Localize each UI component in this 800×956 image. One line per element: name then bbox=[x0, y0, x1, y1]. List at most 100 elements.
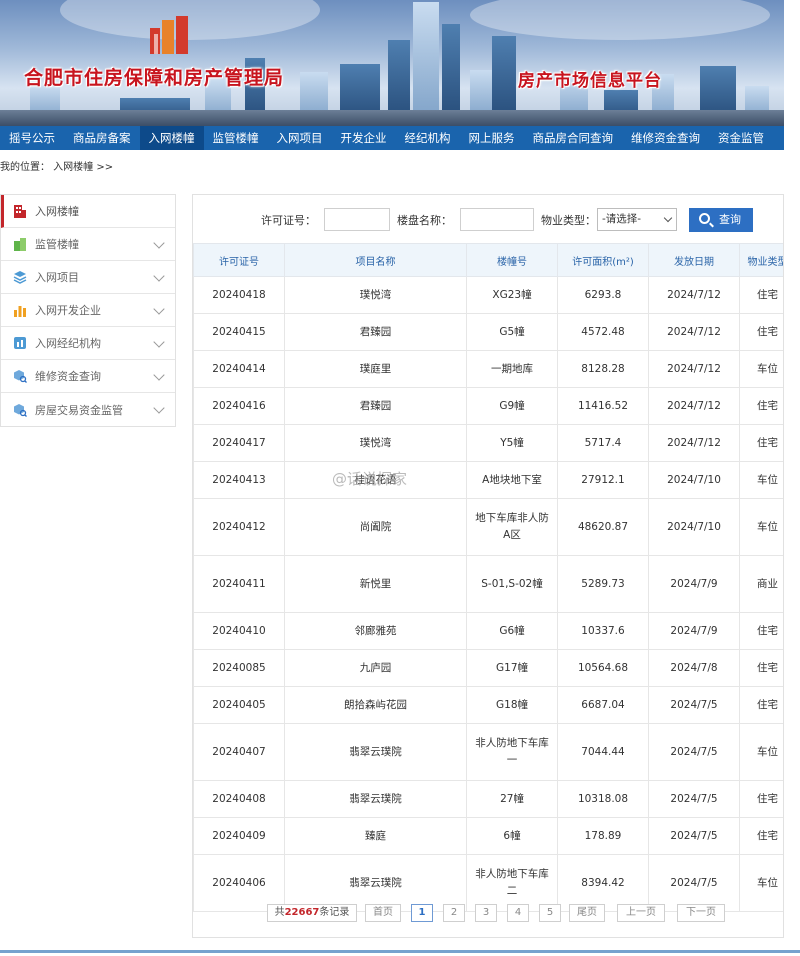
table-header-row: 许可证号 项目名称 楼幢号 许可面积(m²) 发放日期 物业类型 bbox=[193, 243, 783, 277]
first-page-button[interactable]: 首页 bbox=[365, 904, 401, 922]
page-button-1[interactable]: 1 bbox=[411, 904, 433, 922]
column-header-permit: 许可证号 bbox=[193, 243, 285, 277]
sidebar-item-label: 入网开发企业 bbox=[35, 304, 101, 317]
cell-project-name[interactable]: 九庐园 bbox=[284, 649, 467, 687]
cell-permit-area: 8394.42 bbox=[557, 854, 649, 912]
cell-permit-number: 20240415 bbox=[193, 313, 285, 351]
cell-project-name[interactable]: 翡翠云璞院 bbox=[284, 854, 467, 912]
table-row: 20240405 朗拾森屿花园 G18幢 6687.04 2024/7/5 住宅 bbox=[193, 686, 783, 724]
cell-property-type: 住宅 bbox=[739, 276, 783, 314]
chevron-down-icon bbox=[153, 303, 165, 315]
cell-issue-date: 2024/7/12 bbox=[648, 313, 740, 351]
cell-building-number: G9幢 bbox=[466, 387, 558, 425]
chevron-down-icon bbox=[153, 270, 165, 282]
cell-issue-date: 2024/7/9 bbox=[648, 612, 740, 650]
cell-project-name[interactable]: 臻庭 bbox=[284, 817, 467, 855]
buildings-icon bbox=[14, 238, 26, 251]
nav-item-supervised-buildings[interactable]: 监管楼幢 bbox=[204, 126, 268, 150]
chevron-down-icon bbox=[153, 237, 165, 249]
cell-building-number: S-01,S-02幢 bbox=[466, 555, 558, 613]
platform-subtitle: 房产市场信息平台 bbox=[518, 71, 662, 91]
table-row: 20240417 璞悦湾 Y5幢 5717.4 2024/7/12 住宅 bbox=[193, 424, 783, 462]
cell-issue-date: 2024/7/5 bbox=[648, 817, 740, 855]
cell-building-number: G18幢 bbox=[466, 686, 558, 724]
sidebar-item-supervised-buildings[interactable]: 监管楼幢 bbox=[1, 228, 175, 261]
cell-permit-area: 8128.28 bbox=[557, 350, 649, 388]
cell-project-name[interactable]: 璞庭里 bbox=[284, 350, 467, 388]
cell-building-number: G5幢 bbox=[466, 313, 558, 351]
nav-item-housing-filing[interactable]: 商品房备案 bbox=[64, 126, 140, 150]
cell-issue-date: 2024/7/12 bbox=[648, 276, 740, 314]
sidebar-item-agencies[interactable]: 入网经纪机构 bbox=[1, 327, 175, 360]
cell-permit-area: 5289.73 bbox=[557, 555, 649, 613]
cell-project-name[interactable]: 邻廊雅苑 bbox=[284, 612, 467, 650]
cell-building-number: 地下车库非人防A区 bbox=[466, 498, 558, 556]
nav-item-developers[interactable]: 开发企业 bbox=[332, 126, 396, 150]
cell-building-number: XG23幢 bbox=[466, 276, 558, 314]
breadcrumb: 我的位置： 入网楼幢 >> bbox=[0, 162, 114, 173]
cell-project-name[interactable]: 璞悦湾 bbox=[284, 424, 467, 462]
table-row: 20240410 邻廊雅苑 G6幢 10337.6 2024/7/9 住宅 bbox=[193, 612, 783, 650]
footer-divider bbox=[0, 950, 800, 953]
table-row: 20240416 君臻园 G9幢 11416.52 2024/7/12 住宅 bbox=[193, 387, 783, 425]
nav-item-maintenance-fund[interactable]: 维修资金查询 bbox=[622, 126, 709, 150]
nav-item-network-buildings[interactable]: 入网楼幢 bbox=[139, 126, 204, 150]
search-bar: 许可证号： 楼盘名称： 物业类型： -请选择- 查询 bbox=[193, 195, 783, 243]
nav-item-lottery[interactable]: 摇号公示 bbox=[0, 126, 64, 150]
cell-issue-date: 2024/7/12 bbox=[648, 350, 740, 388]
next-page-button[interactable]: 下一页 bbox=[677, 904, 725, 922]
cell-issue-date: 2024/7/5 bbox=[648, 854, 740, 912]
chevron-down-icon bbox=[153, 336, 165, 348]
nav-item-contract-query[interactable]: 商品房合同查询 bbox=[524, 126, 623, 150]
cell-project-name[interactable]: 尚阖院 bbox=[284, 498, 467, 556]
sidebar-item-maintenance-fund[interactable]: 维修资金查询 bbox=[1, 360, 175, 393]
cell-permit-number: 20240414 bbox=[193, 350, 285, 388]
cell-project-name[interactable]: 君臻园 bbox=[284, 313, 467, 351]
property-type-select[interactable]: -请选择- bbox=[597, 208, 677, 231]
cell-property-type: 车位 bbox=[739, 498, 783, 556]
page-button-5[interactable]: 5 bbox=[539, 904, 561, 922]
prev-page-button[interactable]: 上一页 bbox=[617, 904, 665, 922]
sidebar-item-developers[interactable]: 入网开发企业 bbox=[1, 294, 175, 327]
nav-item-online-service[interactable]: 网上服务 bbox=[460, 126, 524, 150]
cell-property-type: 住宅 bbox=[739, 387, 783, 425]
cell-permit-area: 178.89 bbox=[557, 817, 649, 855]
sidebar-item-label: 监管楼幢 bbox=[35, 238, 79, 251]
bureau-logo-icon bbox=[150, 16, 188, 54]
table-row: 20240412 尚阖院 地下车库非人防A区 48620.87 2024/7/10 车位 bbox=[193, 498, 783, 556]
column-header-area: 许可面积(m²) bbox=[557, 243, 649, 277]
cell-building-number: 6幢 bbox=[466, 817, 558, 855]
project-name-input[interactable] bbox=[460, 208, 534, 231]
table-row: 20240406 翡翠云璞院 非人防地下车库二 8394.42 2024/7/5 车位 bbox=[193, 854, 783, 912]
table-row: 20240418 璞悦湾 XG23幢 6293.8 2024/7/12 住宅 bbox=[193, 276, 783, 314]
nav-item-network-projects[interactable]: 入网项目 bbox=[268, 126, 332, 150]
sidebar-item-label: 入网楼幢 bbox=[35, 205, 79, 218]
sidebar-item-fund-supervision[interactable]: 房屋交易资金监管 bbox=[1, 393, 175, 426]
last-page-button[interactable]: 尾页 bbox=[569, 904, 605, 922]
cell-project-name[interactable]: 翡翠云璞院 bbox=[284, 780, 467, 818]
cell-property-type: 车位 bbox=[739, 350, 783, 388]
table-row: 20240409 臻庭 6幢 178.89 2024/7/5 住宅 bbox=[193, 817, 783, 855]
property-type-label: 物业类型： bbox=[541, 214, 596, 227]
chevron-down-icon bbox=[153, 369, 165, 381]
query-button[interactable]: 查询 bbox=[689, 208, 753, 232]
nav-item-fund-supervision[interactable]: 资金监管 bbox=[709, 126, 773, 150]
sidebar-item-network-buildings[interactable]: 入网楼幢 bbox=[1, 195, 175, 228]
site-banner: 合肥市住房保障和房产管理局 房产市场信息平台 bbox=[0, 0, 784, 126]
table-row: 20240408 翡翠云璞院 27幢 10318.08 2024/7/5 住宅 bbox=[193, 780, 783, 818]
sidebar-item-network-projects[interactable]: 入网项目 bbox=[1, 261, 175, 294]
nav-item-agencies[interactable]: 经纪机构 bbox=[396, 126, 460, 150]
page-button-3[interactable]: 3 bbox=[475, 904, 497, 922]
cell-project-name[interactable]: 翡翠云璞院 bbox=[284, 723, 467, 781]
cell-project-name[interactable]: 新悦里 bbox=[284, 555, 467, 613]
cell-project-name[interactable]: 璞悦湾 bbox=[284, 276, 467, 314]
table-row: 20240413 桂语花语 A地块地下室 27912.1 2024/7/10 车位 bbox=[193, 461, 783, 499]
table-row: 20240415 君臻园 G5幢 4572.48 2024/7/12 住宅 bbox=[193, 313, 783, 351]
cube-search-icon bbox=[14, 403, 27, 417]
permit-number-input[interactable] bbox=[324, 208, 390, 231]
cell-permit-number: 20240416 bbox=[193, 387, 285, 425]
page-button-4[interactable]: 4 bbox=[507, 904, 529, 922]
page-button-2[interactable]: 2 bbox=[443, 904, 465, 922]
cell-project-name[interactable]: 君臻园 bbox=[284, 387, 467, 425]
cell-project-name[interactable]: 朗拾森屿花园 bbox=[284, 686, 467, 724]
